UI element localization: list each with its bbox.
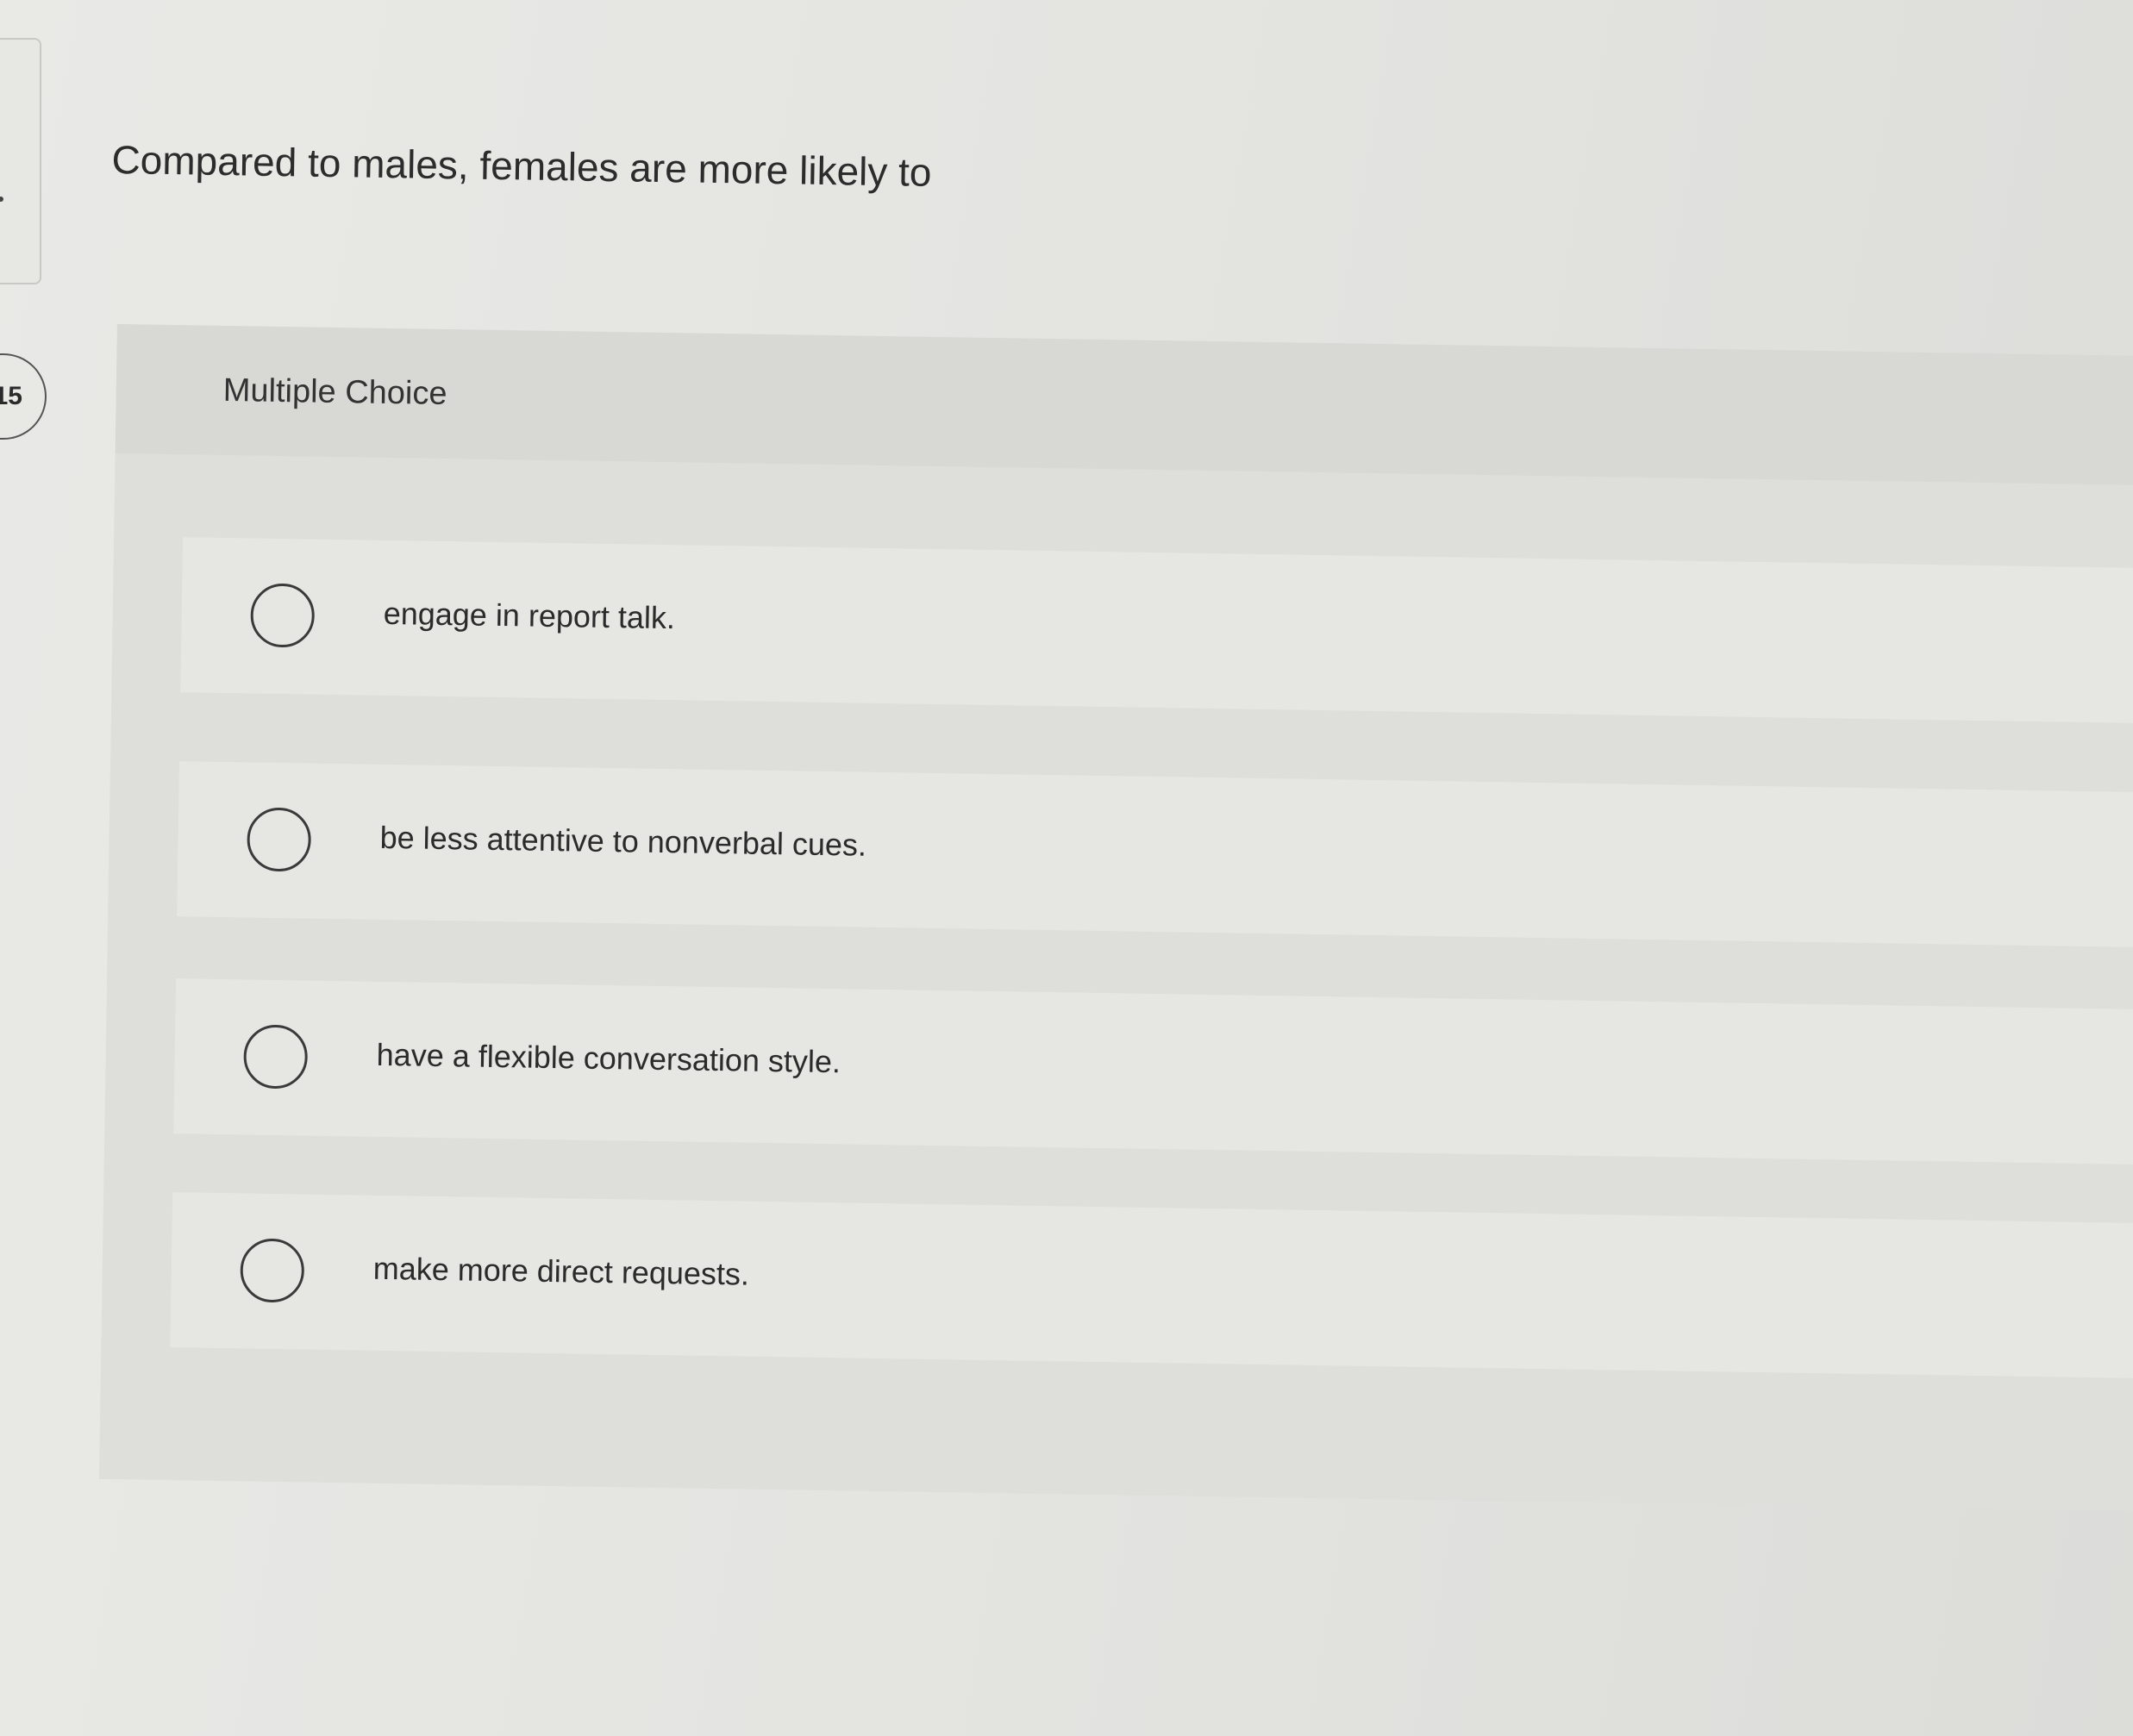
answer-option-label[interactable]: have a flexible conversation style. [376,1037,841,1080]
tab-indicator-dot [0,197,3,202]
answer-option-1[interactable]: engage in report talk. [180,537,2133,724]
question-type-label: Multiple Choice [222,372,447,413]
answer-option-4[interactable]: make more direct requests. [170,1192,2133,1379]
answer-option-2[interactable]: be less attentive to nonverbal cues. [177,761,2133,948]
answer-option-label[interactable]: be less attentive to nonverbal cues. [379,820,866,864]
previous-question-tab[interactable] [0,38,41,284]
radio-button[interactable] [240,1238,305,1303]
radio-button[interactable] [243,1024,309,1090]
radio-button[interactable] [250,583,316,648]
answer-option-3[interactable]: have a flexible conversation style. [173,978,2133,1165]
question-panel: Multiple Choice engage in report talk. b… [98,324,2133,1512]
answer-option-label[interactable]: make more direct requests. [372,1251,750,1293]
radio-button[interactable] [247,807,312,872]
question-number: 15 [0,382,22,410]
answer-option-label[interactable]: engage in report talk. [383,596,675,636]
